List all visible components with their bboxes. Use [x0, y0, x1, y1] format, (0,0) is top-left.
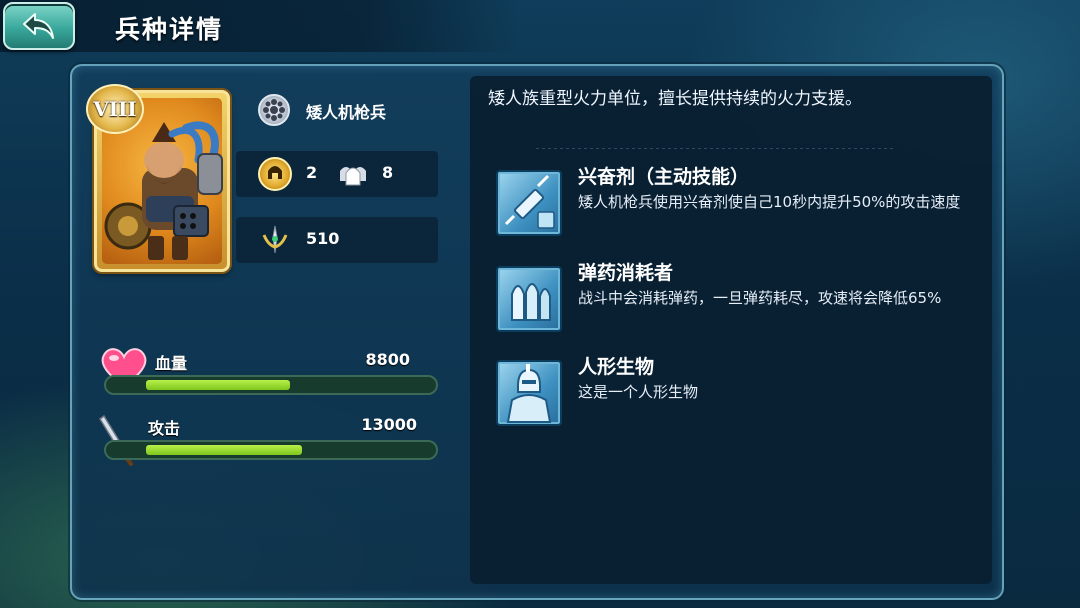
attack-value: 13000 — [361, 415, 417, 434]
header-bar — [0, 0, 520, 52]
unit-name-row: 矮人机枪兵 — [236, 86, 438, 132]
helmet-icon — [258, 157, 292, 191]
skill-title: 兴奋剂（主动技能） — [578, 166, 750, 188]
power-emblem-icon — [258, 223, 292, 257]
skill-item: 人形生物 这是一个人形生物 — [496, 356, 986, 444]
hp-value: 8800 — [365, 350, 410, 369]
back-arrow-icon — [23, 13, 54, 39]
humanoid-icon — [496, 360, 562, 426]
syringe-icon — [496, 170, 562, 236]
troop-capacity-icon — [336, 159, 370, 189]
hp-bar — [104, 375, 438, 395]
back-button[interactable] — [3, 2, 75, 50]
skill-item: 弹药消耗者 战斗中会消耗弹药，一旦弹药耗尽，攻速将会降低65% — [496, 262, 986, 350]
bullets-icon — [496, 266, 562, 332]
skill-description: 矮人机枪兵使用兴奋剂使自己10秒内提升50%的攻击速度 — [578, 193, 961, 211]
unit-cost-value: 2 — [306, 163, 318, 182]
unit-description: 矮人族重型火力单位，擅长提供持续的火力支援。 — [488, 89, 862, 109]
unit-power-row: 510 — [236, 217, 438, 263]
unit-class-icon — [258, 94, 290, 126]
page-title: 兵种详情 — [115, 15, 224, 44]
divider — [536, 148, 896, 149]
unit-power-value: 510 — [306, 229, 340, 248]
unit-cost-row: 2 8 — [236, 151, 438, 197]
attack-label: 攻击 — [148, 419, 181, 438]
hp-bar-fill — [146, 380, 290, 390]
unit-name: 矮人机枪兵 — [306, 103, 387, 122]
skill-item: 兴奋剂（主动技能） 矮人机枪兵使用兴奋剂使自己10秒内提升50%的攻击速度 — [496, 166, 986, 254]
skill-description: 战斗中会消耗弹药，一旦弹药耗尽，攻速将会降低65% — [578, 289, 942, 307]
rank-badge: VIII — [86, 84, 144, 134]
unit-capacity-value: 8 — [382, 163, 394, 182]
attack-bar-fill — [146, 445, 302, 455]
skill-title: 弹药消耗者 — [578, 262, 674, 284]
skill-title: 人形生物 — [578, 356, 655, 378]
skill-description: 这是一个人形生物 — [578, 383, 699, 401]
hp-label: 血量 — [155, 354, 188, 373]
attack-bar — [104, 440, 438, 460]
